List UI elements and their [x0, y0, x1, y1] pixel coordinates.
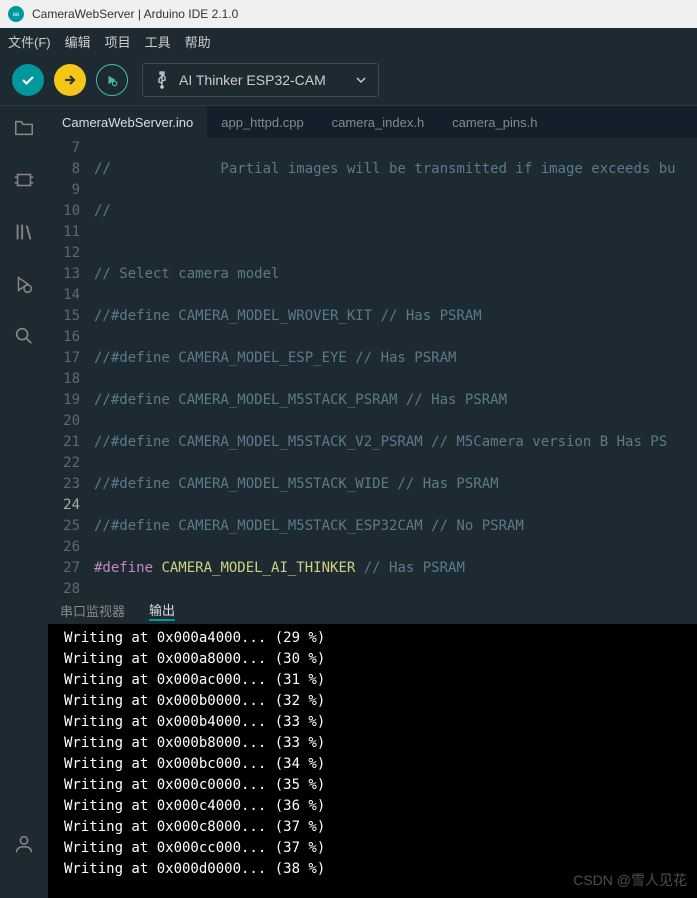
folder-icon[interactable]: [12, 116, 36, 140]
tab-serial-monitor[interactable]: 串口监视器: [60, 601, 125, 620]
tab-pins[interactable]: camera_pins.h: [438, 106, 551, 138]
output-line: Writing at 0x000c0000... (35 %): [64, 775, 681, 796]
board-selector[interactable]: AI Thinker ESP32-CAM: [142, 63, 379, 97]
menu-project[interactable]: 项目: [105, 32, 131, 51]
output-line: Writing at 0x000a8000... (30 %): [64, 649, 681, 670]
code-content: // Partial images will be transmitted if…: [94, 138, 697, 596]
tab-index[interactable]: camera_index.h: [318, 106, 439, 138]
titlebar: ∞ CameraWebServer | Arduino IDE 2.1.0: [0, 0, 697, 28]
menu-tools[interactable]: 工具: [145, 32, 171, 51]
menu-file[interactable]: 文件(F): [8, 32, 51, 51]
editor-area: CameraWebServer.ino app_httpd.cpp camera…: [48, 106, 697, 596]
bottom-panel: 串口监视器 输出 Writing at 0x000a4000... (29 %)…: [48, 596, 697, 898]
arrow-right-icon: [62, 72, 78, 88]
code-editor[interactable]: 7 8 9 10 11 12 13 14 15 16 17 18 19 20 2…: [48, 138, 697, 596]
output-line: Writing at 0x000c8000... (37 %): [64, 817, 681, 838]
output-line: Writing at 0x000bc000... (34 %): [64, 754, 681, 775]
verify-button[interactable]: [12, 64, 44, 96]
watermark: CSDN @雪人见花: [573, 870, 687, 890]
output-line: Writing at 0x000b0000... (32 %): [64, 691, 681, 712]
menu-help[interactable]: 帮助: [185, 32, 211, 51]
library-icon[interactable]: [12, 220, 36, 244]
check-icon: [20, 72, 36, 88]
output-line: Writing at 0x000b4000... (33 %): [64, 712, 681, 733]
output-line: Writing at 0x000c4000... (36 %): [64, 796, 681, 817]
upload-button[interactable]: [54, 64, 86, 96]
tab-httpd[interactable]: app_httpd.cpp: [207, 106, 317, 138]
output-line: Writing at 0x000b8000... (33 %): [64, 733, 681, 754]
window-title: CameraWebServer | Arduino IDE 2.1.0: [32, 7, 238, 21]
board-name: AI Thinker ESP32-CAM: [179, 72, 326, 88]
toolbar: AI Thinker ESP32-CAM: [0, 54, 697, 106]
tab-main[interactable]: CameraWebServer.ino: [48, 106, 207, 138]
tab-output[interactable]: 输出: [149, 600, 175, 621]
account-icon[interactable]: [12, 832, 36, 856]
arduino-logo-icon: ∞: [8, 6, 24, 22]
output-line: Writing at 0x000cc000... (37 %): [64, 838, 681, 859]
usb-icon: [155, 71, 169, 89]
chevron-down-icon: [356, 75, 366, 85]
output-line: Writing at 0x000a4000... (29 %): [64, 628, 681, 649]
menu-edit[interactable]: 编辑: [65, 32, 91, 51]
line-gutter: 7 8 9 10 11 12 13 14 15 16 17 18 19 20 2…: [48, 138, 94, 596]
file-tabs: CameraWebServer.ino app_httpd.cpp camera…: [48, 106, 697, 138]
board-manager-icon[interactable]: [12, 168, 36, 192]
debug-icon[interactable]: [12, 272, 36, 296]
menubar: 文件(F) 编辑 项目 工具 帮助: [0, 28, 697, 54]
panel-tabs: 串口监视器 输出: [48, 596, 697, 624]
output-line: Writing at 0x000ac000... (31 %): [64, 670, 681, 691]
play-debug-icon: [105, 73, 119, 87]
sidebar: [0, 106, 48, 876]
debug-button[interactable]: [96, 64, 128, 96]
search-icon[interactable]: [12, 324, 36, 348]
output-console[interactable]: Writing at 0x000a4000... (29 %)Writing a…: [48, 624, 697, 898]
